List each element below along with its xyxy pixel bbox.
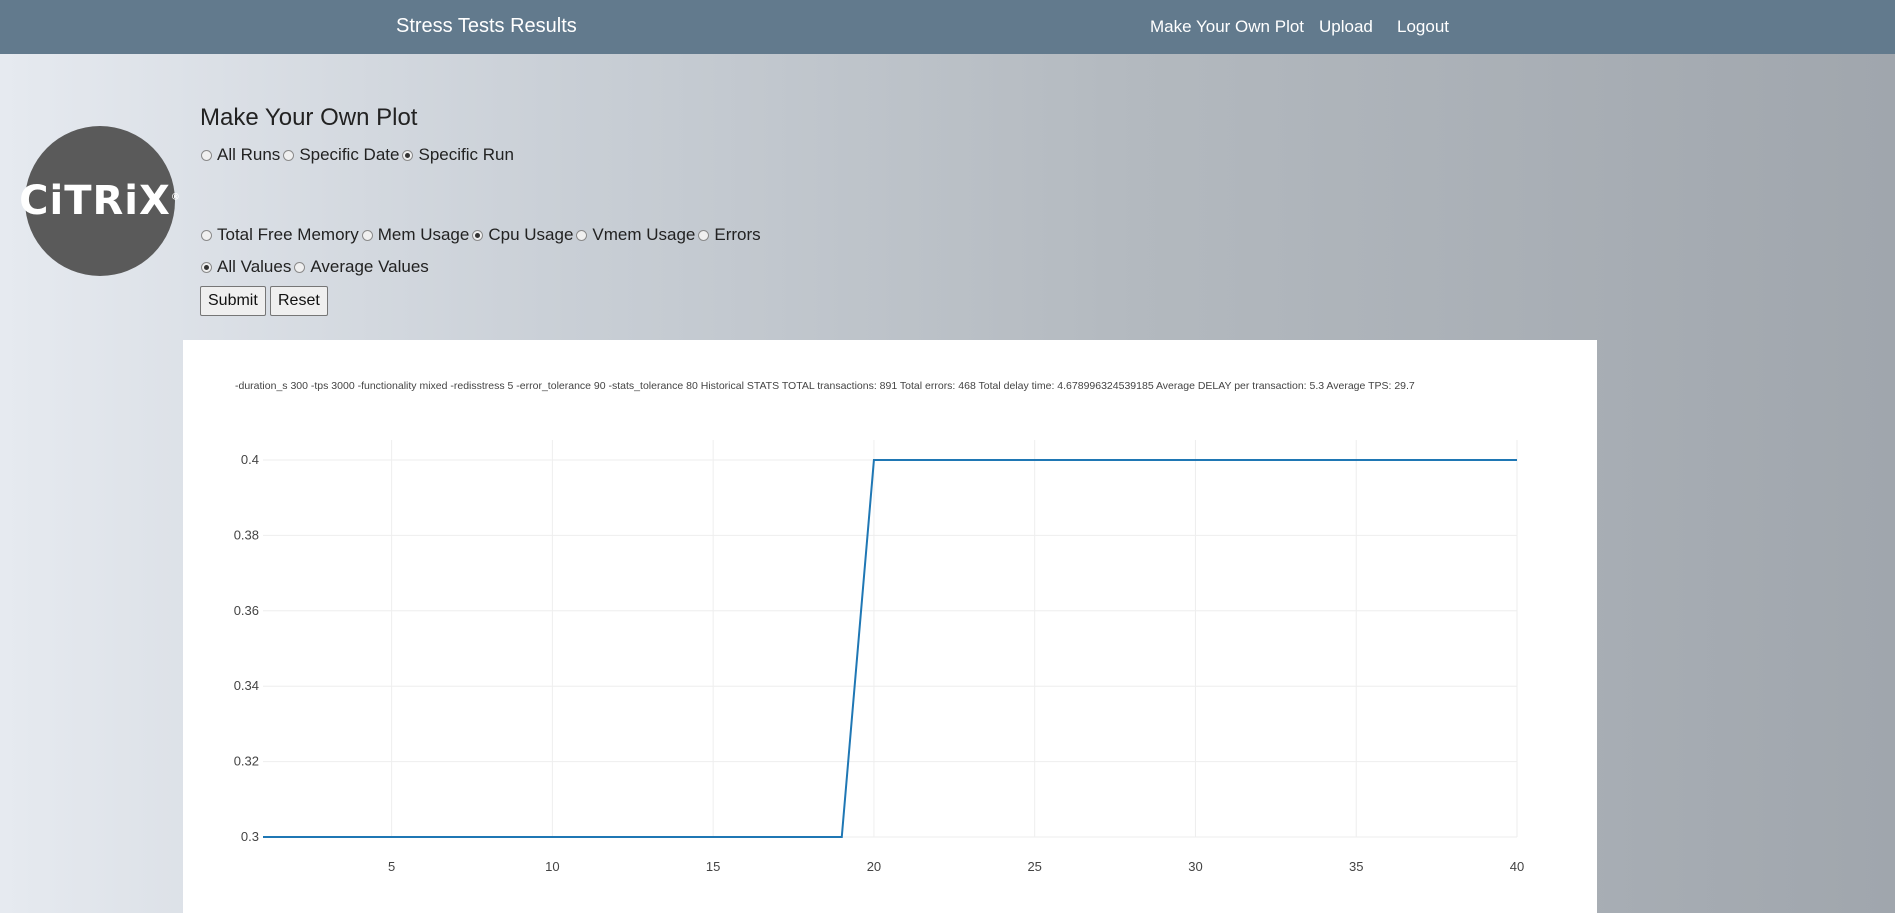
radio-specific-run[interactable] <box>402 149 414 161</box>
radio-label-vmem-usage: Vmem Usage <box>592 225 696 244</box>
radio-cpu-usage[interactable] <box>472 229 484 241</box>
cpu-usage-line-chart: 5 10 15 20 25 30 35 40 0.3 0.32 0.34 0.36 0.38 0.4 <box>234 440 1524 874</box>
radio-label-specific-date: Specific Date <box>299 145 400 164</box>
radio-all-runs[interactable] <box>201 149 212 161</box>
x-tick-label: 40 <box>1510 859 1524 874</box>
nav-link-logout[interactable]: Logout <box>1397 17 1449 37</box>
radio-label-cpu-usage: Cpu Usage <box>488 225 574 244</box>
x-tick-label: 25 <box>1027 859 1041 874</box>
radio-label-specific-run: Specific Run <box>418 145 514 164</box>
x-tick-label: 15 <box>706 859 720 874</box>
y-tick-label: 0.36 <box>234 603 259 618</box>
radio-label-errors: Errors <box>714 225 761 244</box>
radio-average-values[interactable] <box>294 261 306 273</box>
scope-radio-group: All Runs Specific Date Specific Run <box>200 145 516 165</box>
y-tick-label: 0.4 <box>241 452 259 467</box>
radio-vmem-usage[interactable] <box>576 229 588 241</box>
radio-label-average-values: Average Values <box>310 257 429 276</box>
series-line <box>263 459 1517 838</box>
nav-link-make-your-own-plot[interactable]: Make Your Own Plot <box>1150 17 1304 37</box>
logo-text: CiTRiX® <box>19 178 181 224</box>
x-tick-label: 30 <box>1188 859 1202 874</box>
y-tick-label: 0.32 <box>234 754 259 769</box>
value-radio-group: All Values Average Values <box>200 257 431 277</box>
citrix-logo: CiTRiX® <box>19 126 180 276</box>
top-navbar: Stress Tests Results Make Your Own Plot … <box>0 0 1895 54</box>
y-tick-label: 0.34 <box>234 678 259 693</box>
radio-label-mem-usage: Mem Usage <box>377 225 470 244</box>
x-tick-label: 35 <box>1349 859 1363 874</box>
radio-mem-usage[interactable] <box>361 229 373 241</box>
radio-total-free-memory[interactable] <box>201 229 212 241</box>
radio-label-total-free-memory: Total Free Memory <box>217 225 359 244</box>
y-tick-label: 0.38 <box>234 527 259 542</box>
radio-errors[interactable] <box>698 229 710 241</box>
x-tick-label: 20 <box>867 859 881 874</box>
radio-all-values[interactable] <box>201 261 212 273</box>
page-title: Make Your Own Plot <box>200 104 418 131</box>
y-tick-label: 0.3 <box>241 829 259 844</box>
metric-radio-group: Total Free Memory Mem Usage Cpu Usage Vm… <box>200 225 763 245</box>
reset-button[interactable]: Reset <box>270 286 328 316</box>
submit-button[interactable]: Submit <box>200 286 266 316</box>
x-tick-label: 10 <box>545 859 559 874</box>
app-brand[interactable]: Stress Tests Results <box>396 15 577 38</box>
nav-link-upload[interactable]: Upload <box>1319 17 1373 37</box>
radio-label-all-runs: All Runs <box>217 145 281 164</box>
radio-specific-date[interactable] <box>283 149 295 161</box>
x-tick-label: 5 <box>388 859 395 874</box>
radio-label-all-values: All Values <box>217 257 292 276</box>
